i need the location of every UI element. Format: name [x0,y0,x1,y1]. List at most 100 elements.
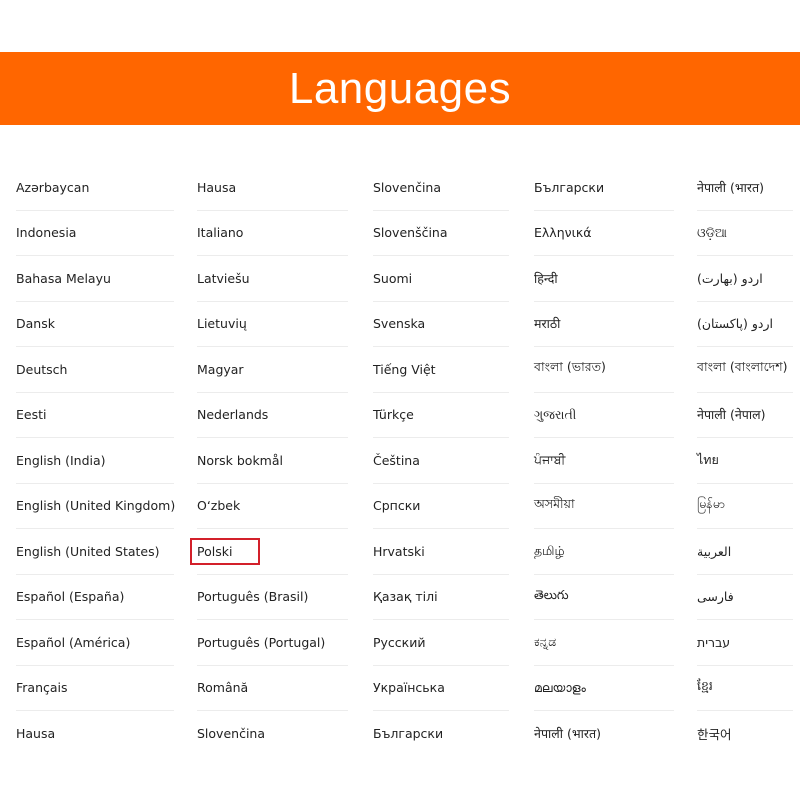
language-option[interactable]: नेपाली (भारत) [534,711,674,757]
language-label: English (India) [16,452,106,468]
language-option[interactable]: English (India) [16,438,174,484]
language-label: Svenska [373,316,426,332]
language-option[interactable]: Italiano [197,211,348,256]
language-option[interactable]: Hausa [197,165,348,211]
language-label: اردو (بھارت) [697,270,763,286]
language-label: اردو (پاکستان) [697,316,773,332]
language-option[interactable]: العربية [697,529,793,575]
language-label: Slovenčina [373,179,441,195]
language-option[interactable]: Español (España) [16,575,174,620]
language-option[interactable]: Українська [373,666,509,711]
language-option[interactable]: Српски [373,484,509,529]
language-option[interactable]: Ελληνικά [534,211,674,256]
language-label: עברית [697,634,731,650]
language-label: Français [16,680,68,696]
language-option[interactable]: Suomi [373,256,509,302]
language-label: Slovenščina [373,225,448,241]
language-label: Português (Brasil) [197,589,309,605]
language-label: Türkçe [373,407,414,423]
language-label: ଓଡ଼ିଆ [697,224,727,240]
language-option[interactable]: Español (América) [16,620,174,666]
language-label: Magyar [197,361,244,377]
language-label: Bahasa Melayu [16,270,111,286]
language-option[interactable]: বাংলা (বাংলাদেশ) [697,347,793,393]
language-label: Čeština [373,452,420,468]
language-label: తెలుగు [534,587,569,603]
language-option[interactable]: Magyar [197,347,348,393]
language-label: ಕನ್ನಡ [534,634,557,650]
language-option[interactable]: Azərbaycan [16,165,174,211]
language-option[interactable]: हिन्दी [534,256,674,302]
language-option[interactable]: עברית [697,620,793,666]
language-option[interactable]: Svenska [373,302,509,347]
language-option[interactable]: Қазақ тілі [373,575,509,620]
language-option[interactable]: ಕನ್ನಡ [534,620,674,666]
language-label: Nederlands [197,407,269,423]
language-option[interactable]: Slovenčina [197,711,348,757]
language-option[interactable]: English (United Kingdom) [16,484,176,529]
language-option[interactable]: Eesti [16,393,174,438]
language-option[interactable]: Türkçe [373,393,509,438]
language-label: Română [197,680,249,696]
language-option[interactable]: ગુજરાતી [534,393,674,438]
language-label: Indonesia [16,225,77,241]
language-option[interactable]: O‘zbek [197,484,348,529]
language-label: Norsk bokmål [197,452,283,468]
language-option[interactable]: Български [534,165,674,211]
language-option[interactable]: Português (Brasil) [197,575,348,620]
language-option[interactable]: Hausa [16,711,174,757]
language-option[interactable]: मराठी [534,302,674,347]
language-option[interactable]: Bahasa Melayu [16,256,174,302]
language-option[interactable]: தமிழ் [534,529,674,575]
language-option[interactable]: 한국어 [697,711,793,757]
language-option[interactable]: ଓଡ଼ିଆ [697,211,793,256]
language-label: नेपाली (नेपाल) [697,407,766,423]
language-option[interactable]: Norsk bokmål [197,438,348,484]
language-option[interactable]: Lietuvių [197,302,348,347]
language-option[interactable]: ខ្មែរ [697,666,793,711]
language-option[interactable]: English (United States) [16,529,174,575]
language-label: ਪੰਜਾਬੀ [534,452,566,468]
language-label: العربية [697,543,732,559]
language-label: অসমীয়া [534,495,575,511]
language-option[interactable]: Nederlands [197,393,348,438]
language-label: Български [534,179,605,195]
language-option[interactable]: Čeština [373,438,509,484]
language-option[interactable]: ไทย [697,438,793,484]
language-option[interactable]: اردو (بھارت) [697,256,793,302]
language-option[interactable]: Indonesia [16,211,174,256]
language-label: বাংলা (ভারত) [534,359,606,375]
page-title: Languages [288,63,512,113]
language-label: Русский [373,634,426,650]
language-label: Hausa [197,179,237,195]
language-option[interactable]: नेपाली (नेपाल) [697,393,793,438]
language-option[interactable]: Français [16,666,174,711]
language-label: English (United Kingdom) [16,498,176,514]
language-option[interactable]: नेपाली (भारत) [697,165,793,211]
language-option[interactable]: বাংলা (ভারত) [534,347,674,393]
language-option[interactable]: မြန်မာ [697,484,793,529]
language-label: मराठी [534,316,561,332]
language-option[interactable]: Slovenščina [373,211,509,256]
language-option[interactable]: తెలుగు [534,575,674,620]
language-option[interactable]: Latviešu [197,256,348,302]
language-label: Български [373,726,444,742]
language-label: नेपाली (भारत) [534,726,601,742]
language-option[interactable]: Deutsch [16,347,174,393]
language-option[interactable]: Hrvatski [373,529,509,575]
language-option[interactable]: Русский [373,620,509,666]
language-label: Lietuvių [197,316,247,332]
language-label: Dansk [16,316,55,332]
language-option[interactable]: Română [197,666,348,711]
language-option[interactable]: Български [373,711,509,757]
language-option[interactable]: অসমীয়া [534,484,674,529]
language-option-selected[interactable]: Polski [190,529,348,575]
language-option[interactable]: ਪੰਜਾਬੀ [534,438,674,484]
language-option[interactable]: Slovenčina [373,165,509,211]
language-option[interactable]: മലയാളം [534,666,674,711]
language-option[interactable]: اردو (پاکستان) [697,302,793,347]
language-option[interactable]: فارسی [697,575,793,620]
language-option[interactable]: Português (Portugal) [197,620,348,666]
language-option[interactable]: Tiếng Việt [373,347,509,393]
language-option[interactable]: Dansk [16,302,174,347]
